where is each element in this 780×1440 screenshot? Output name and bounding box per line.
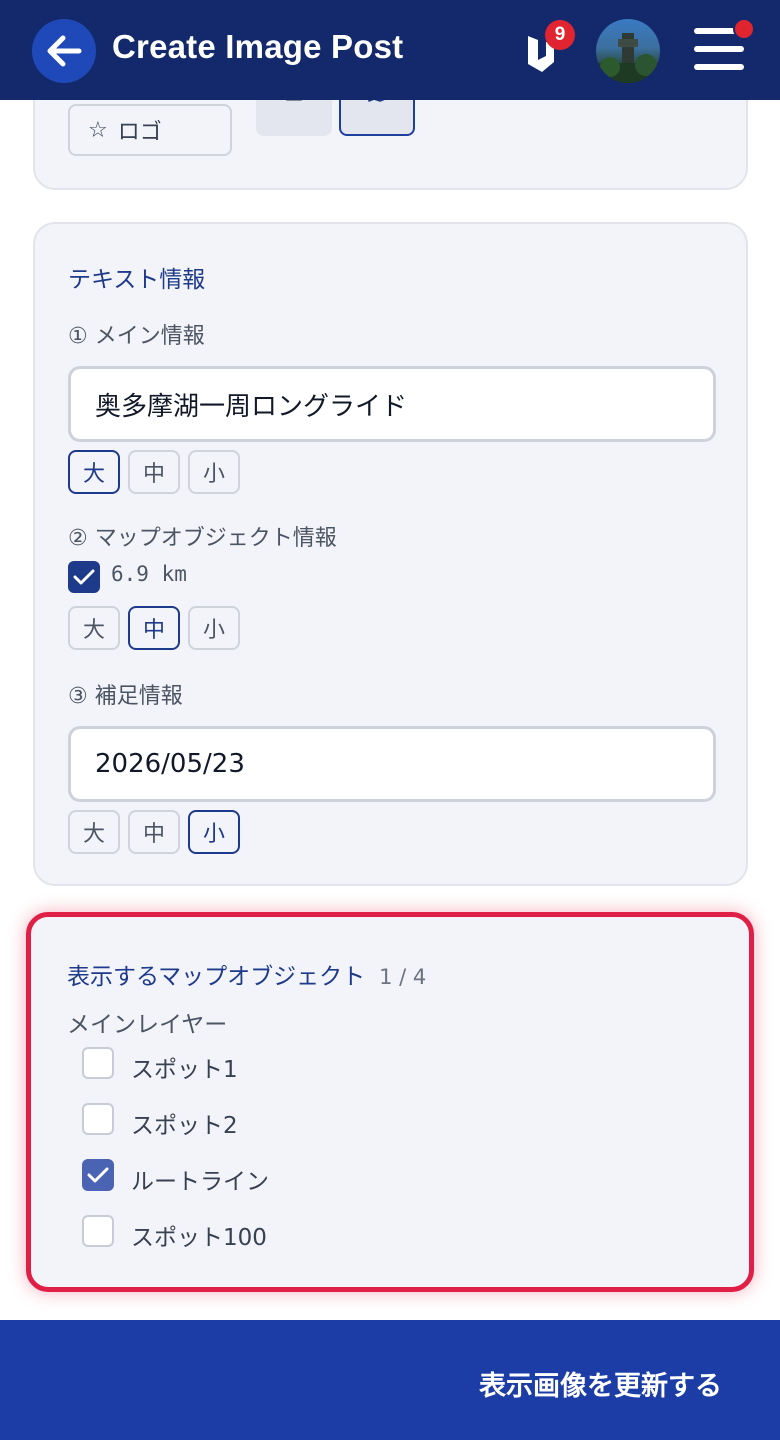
- supplement-size-group: 大 中 小: [68, 810, 240, 854]
- section-title-text-info: テキスト情報: [68, 267, 206, 293]
- map-size-small-button[interactable]: 小: [188, 606, 240, 650]
- avatar[interactable]: [596, 19, 660, 83]
- map-object-info-checkbox[interactable]: [68, 561, 100, 593]
- supplement-size-large-button[interactable]: 大: [68, 810, 120, 854]
- check-icon: [87, 1167, 109, 1183]
- spot2-checkbox[interactable]: [82, 1103, 114, 1135]
- main-layer-label: メインレイヤー: [67, 1012, 228, 1038]
- spot1-label[interactable]: スポット1: [131, 1050, 238, 1084]
- spot1-checkbox[interactable]: [82, 1047, 114, 1079]
- supplement-size-small-button[interactable]: 小: [188, 810, 240, 854]
- map-object-size-group: 大 中 小: [68, 606, 240, 650]
- main-size-large-button[interactable]: 大: [68, 450, 120, 494]
- menu-line: [694, 46, 744, 52]
- supplement-info-input[interactable]: 2026/05/23: [68, 726, 716, 802]
- route-line-checkbox[interactable]: [82, 1159, 114, 1191]
- text-info-card: テキスト情報 ① メイン情報 奥多摩湖一周ロングライド 大 中 小 ② マップオ…: [33, 222, 748, 886]
- spot2-label[interactable]: スポット2: [131, 1106, 238, 1140]
- menu-alert-dot: [733, 18, 755, 40]
- app-header: Create Image Post 9: [0, 0, 780, 100]
- bottom-action-bar: 表示画像を更新する: [0, 1320, 780, 1440]
- logo-label: ロゴ: [117, 120, 162, 145]
- map-size-medium-button[interactable]: 中: [128, 606, 180, 650]
- supplement-info-label: ③ 補足情報: [68, 684, 183, 709]
- main-size-small-button[interactable]: 小: [188, 450, 240, 494]
- main-info-label: ① メイン情報: [68, 324, 205, 349]
- arrow-left-icon: [47, 35, 82, 67]
- map-objects-title-row: 表示するマップオブジェクト 1 / 4: [67, 957, 426, 991]
- main-info-size-group: 大 中 小: [68, 450, 240, 494]
- star-icon: ☆: [88, 117, 108, 143]
- page-title: Create Image Post: [112, 28, 404, 65]
- back-button[interactable]: [32, 19, 96, 83]
- map-size-large-button[interactable]: 大: [68, 606, 120, 650]
- map-object-info-value: 6.9 km: [111, 562, 187, 586]
- avatar-image: [596, 33, 660, 83]
- map-objects-count: 1 / 4: [379, 965, 427, 989]
- main-info-input[interactable]: 奥多摩湖一周ロングライド: [68, 366, 716, 442]
- notification-badge: 9: [545, 20, 575, 50]
- menu-line: [694, 64, 744, 70]
- route-line-label[interactable]: ルートライン: [131, 1162, 269, 1196]
- map-objects-title: 表示するマップオブジェクト: [67, 964, 366, 990]
- check-icon: [73, 569, 95, 585]
- logo-button[interactable]: ☆ ロゴ: [68, 104, 232, 156]
- supplement-size-medium-button[interactable]: 中: [128, 810, 180, 854]
- spot100-label[interactable]: スポット100: [131, 1218, 267, 1252]
- map-object-info-label: ② マップオブジェクト情報: [68, 526, 337, 551]
- main-size-medium-button[interactable]: 中: [128, 450, 180, 494]
- update-image-button[interactable]: 表示画像を更新する: [479, 1364, 722, 1403]
- map-objects-card: 表示するマップオブジェクト 1 / 4 メインレイヤー スポット1 スポット2 ル…: [26, 912, 754, 1292]
- spot100-checkbox[interactable]: [82, 1215, 114, 1247]
